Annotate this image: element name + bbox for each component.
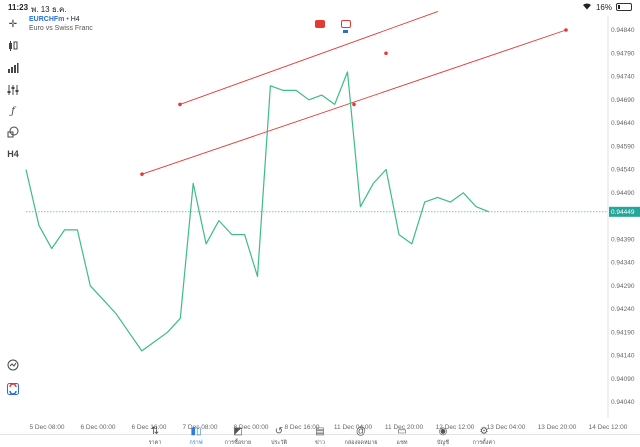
chat-icon: ▭ xyxy=(397,426,407,437)
nav-tab-label: การตั้งค่า xyxy=(472,440,496,446)
left-toolbar: ✛ ƒ H4 xyxy=(0,14,26,414)
nav-tab-3[interactable]: ↺ ประวัติ xyxy=(256,426,302,447)
ch-flag-icon xyxy=(341,20,351,33)
crosshair-icon[interactable]: ✛ xyxy=(6,17,20,31)
nav-tab-label: แชท xyxy=(396,440,408,446)
shapes-icon[interactable] xyxy=(6,125,20,139)
arrows-updown-icon: ⇅ xyxy=(150,426,160,437)
price-tick-label: 0.94090 xyxy=(611,376,635,383)
trendline-point xyxy=(384,51,388,56)
price-tick-label: 0.94340 xyxy=(611,260,635,267)
price-tick-label: 0.94190 xyxy=(611,329,635,336)
price-tick-label: 0.94690 xyxy=(611,97,635,104)
bottom-nav: ⇅ ราคา ▮▯ กราฟ ◩ การซื้อขาย ↺ ประวัติ ▤ ข่าว @ กล่อ… xyxy=(0,426,640,447)
nav-tab-label: ข่าว xyxy=(315,440,325,446)
candles-icon: ▮▯ xyxy=(190,426,202,437)
at-icon: @ xyxy=(355,426,367,437)
price-line-series xyxy=(25,71,490,352)
nav-tab-label: ประวัติ xyxy=(270,440,288,446)
price-tick-label: 0.94240 xyxy=(611,306,635,313)
time-tick-label: 14 Dec 12:00 xyxy=(589,424,628,431)
nav-tab-1[interactable]: ▮▯ กราฟ xyxy=(173,426,219,447)
timeframe-button[interactable]: H4 xyxy=(6,147,20,161)
price-tick-label: 0.94040 xyxy=(611,399,635,406)
trendline-point xyxy=(564,28,568,32)
nav-tab-label: กราฟ xyxy=(189,440,203,446)
settings-icon: ⚙ xyxy=(479,426,489,437)
price-tick-label: 0.94790 xyxy=(611,50,635,57)
time-tick-label: 13 Dec 20:00 xyxy=(538,424,577,431)
news-icon: ▤ xyxy=(315,426,325,437)
nav-tab-8[interactable]: ⚙ การตั้งค่า xyxy=(461,426,507,447)
price-tick-label: 0.94840 xyxy=(611,27,635,34)
symbol-description: Euro vs Swiss Franc xyxy=(29,25,93,32)
nav-tab-5[interactable]: @ กล่องจดหมาย xyxy=(338,426,384,447)
logo-icon[interactable] xyxy=(6,382,20,396)
price-tick-label: 0.94740 xyxy=(611,74,635,81)
nav-tab-4[interactable]: ▤ ข่าว xyxy=(297,426,343,447)
bar-chart-icon[interactable] xyxy=(6,61,20,75)
eu-flag-icon xyxy=(315,20,325,30)
price-tick-label: 0.94390 xyxy=(611,236,635,243)
price-tick-label: 0.94140 xyxy=(611,353,635,360)
account-icon: ◉ xyxy=(438,426,448,437)
symbol-header: EURCHFm • H4 Euro vs Swiss Franc xyxy=(29,15,93,33)
price-tick-label: 0.94540 xyxy=(611,167,635,174)
sliders-icon[interactable] xyxy=(6,83,20,97)
trendline-point xyxy=(178,102,182,107)
history-icon: ↺ xyxy=(274,426,284,437)
trendline xyxy=(179,10,439,105)
current-price-label: 0.94449 xyxy=(611,209,635,216)
nav-tab-6[interactable]: ▭ แชท xyxy=(379,426,425,447)
nav-tab-7[interactable]: ◉ บัญชี xyxy=(420,426,466,447)
price-tick-label: 0.94290 xyxy=(611,283,635,290)
nav-tab-label: บัญชี xyxy=(437,440,449,446)
time-tick-label: 5 Dec 08:00 xyxy=(29,424,64,431)
candlestick-icon[interactable] xyxy=(6,39,20,53)
price-chart[interactable]: 0.94840 0.94790 0.94740 0.94690 0.94640 0.945… xyxy=(0,0,640,447)
price-tick-label: 0.94490 xyxy=(611,190,635,197)
zoom-icon[interactable] xyxy=(6,358,20,372)
nav-tab-label: การซื้อขาย xyxy=(224,440,252,446)
trendline-point xyxy=(140,172,144,176)
function-icon[interactable]: ƒ xyxy=(6,104,20,118)
time-tick-label: 6 Dec 00:00 xyxy=(80,424,115,431)
trendline-point xyxy=(352,102,356,107)
nav-tab-0[interactable]: ⇅ ราคา xyxy=(132,426,178,447)
nav-tab-label: ราคา xyxy=(148,440,162,446)
trade-chart-icon: ◩ xyxy=(233,426,243,437)
price-tick-label: 0.94640 xyxy=(611,120,635,127)
nav-tab-label: กล่องจดหมาย xyxy=(344,440,378,446)
trendline xyxy=(141,29,567,175)
symbol-timeframe: H4 xyxy=(70,16,80,23)
symbol-separator: • xyxy=(66,16,69,23)
nav-tab-2[interactable]: ◩ การซื้อขาย xyxy=(215,426,261,447)
price-tick-label: 0.94590 xyxy=(611,143,635,150)
symbol-name[interactable]: EURCHFm xyxy=(29,16,64,23)
